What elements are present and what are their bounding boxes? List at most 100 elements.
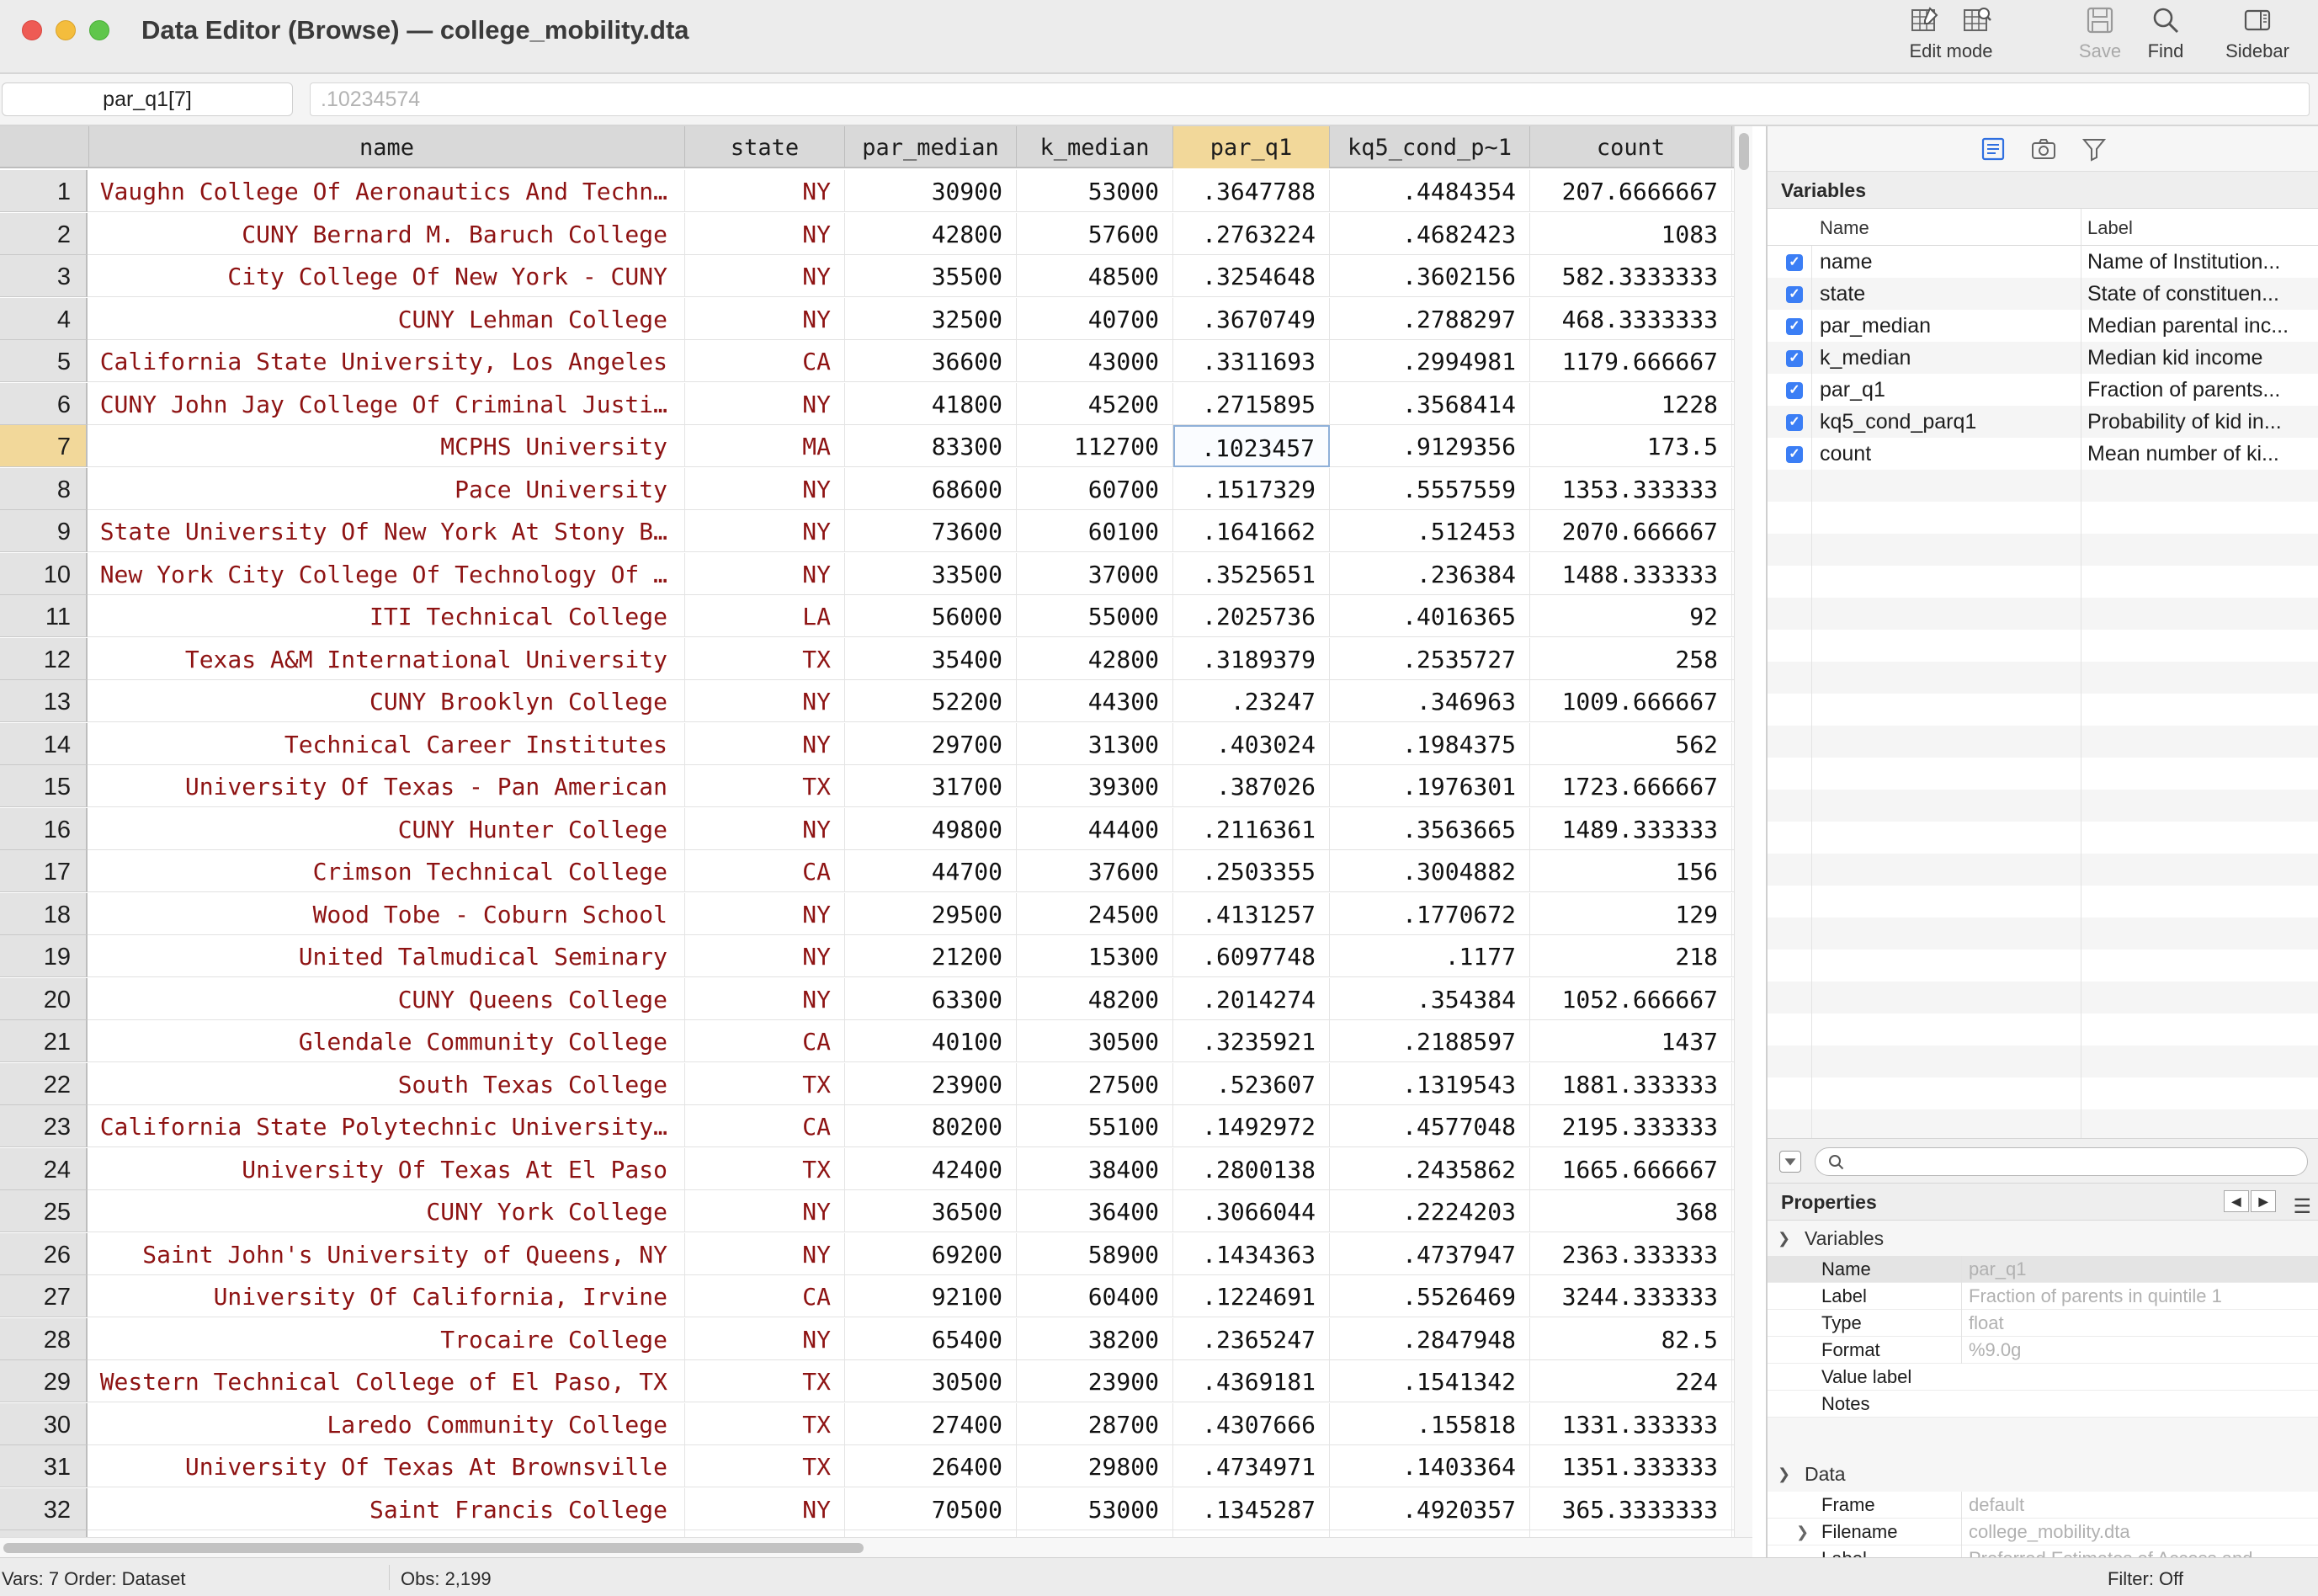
row-number[interactable]: 23 [0, 1105, 88, 1147]
cell-state[interactable]: TX [685, 765, 845, 807]
chevron-right-icon[interactable]: ❯ [1796, 1519, 1809, 1545]
row-number[interactable]: 16 [0, 808, 88, 850]
horizontal-scrollbar[interactable] [0, 1537, 1752, 1557]
properties-data-group[interactable]: ❯ Data [1768, 1456, 2318, 1492]
row-number[interactable]: 19 [0, 935, 88, 977]
cell-name[interactable]: CUNY Lehman College [89, 298, 685, 340]
row-number[interactable]: 12 [0, 638, 88, 680]
column-header-state[interactable]: state [685, 126, 845, 168]
property-value[interactable]: float [1961, 1310, 2315, 1337]
cell-count[interactable]: 1052.666667 [1530, 978, 1732, 1020]
cell-name[interactable]: California State Polytechnic University… [89, 1105, 685, 1147]
cell-kq5-cond-parq1[interactable]: .3563665 [1330, 808, 1530, 850]
cell-par-q1[interactable]: .3254648 [1173, 255, 1330, 297]
cell-state[interactable]: MA [685, 425, 845, 467]
cell-k-median[interactable]: 15300 [1017, 935, 1173, 977]
row-number[interactable]: 24 [0, 1148, 88, 1190]
cell-name[interactable]: New York City College Of Technology Of … [89, 553, 685, 595]
cell-par-q1[interactable]: .1224691 [1173, 1275, 1330, 1317]
cell-par-q1[interactable]: .523607 [1173, 1063, 1330, 1105]
cell-kq5-cond-parq1[interactable]: .2435862 [1330, 1148, 1530, 1190]
cell-par-median[interactable]: 56000 [845, 595, 1017, 637]
cell-par-median[interactable]: 68600 [845, 468, 1017, 510]
cell-k-median[interactable]: 27500 [1017, 1063, 1173, 1105]
cell-name[interactable]: Glendale Community College [89, 1020, 685, 1062]
cell-state[interactable]: TX [685, 1063, 845, 1105]
row-number[interactable]: 5 [0, 340, 88, 382]
cell-par-median[interactable]: 42400 [845, 1148, 1017, 1190]
cell-name[interactable]: Laredo Community College [89, 1403, 685, 1445]
cell-count[interactable]: 207.6666667 [1530, 170, 1732, 212]
cell-kq5-cond-parq1[interactable]: .1770672 [1330, 893, 1530, 935]
column-header-kq5-cond-parq1[interactable]: kq5_cond_p~1 [1330, 126, 1530, 168]
table-row[interactable]: 8 Pace University NY 68600 60700.1517329.555… [0, 468, 1734, 510]
table-row[interactable]: 2 CUNY Bernard M. Baruch College NY 42800 57… [0, 213, 1734, 255]
cell-k-median[interactable]: 55000 [1017, 595, 1173, 637]
cell-kq5-cond-parq1[interactable]: .3004882 [1330, 850, 1530, 892]
cell-k-median[interactable]: 48200 [1017, 978, 1173, 1020]
cell-name[interactable]: Wood Tobe - Coburn School [89, 893, 685, 935]
cell-par-q1[interactable]: .3647788 [1173, 170, 1330, 212]
row-number[interactable]: 13 [0, 680, 88, 722]
cell-count[interactable]: 582.3333333 [1530, 255, 1732, 297]
cell-count[interactable]: 1083 [1530, 213, 1732, 255]
cell-par-q1[interactable]: .3066044 [1173, 1190, 1330, 1232]
variable-item[interactable]: ✓ state State of constituen... [1768, 278, 2318, 310]
table-row[interactable]: 1 Vaughn College Of Aeronautics And Techn… [0, 170, 1734, 212]
cell-par-q1[interactable]: .387026 [1173, 765, 1330, 807]
variables-label-header[interactable]: Label [2087, 217, 2133, 239]
cell-name[interactable]: Saint Francis College [89, 1488, 685, 1530]
cell-name[interactable]: Saint John's University of Queens, NY [89, 1233, 685, 1275]
table-row[interactable]: 22 South Texas College TX 23900 27500.523607… [0, 1063, 1734, 1105]
cell-par-q1[interactable]: .4734971 [1173, 1445, 1330, 1487]
cell-k-median[interactable]: 37000 [1017, 553, 1173, 595]
cell-k-median[interactable]: 55100 [1017, 1105, 1173, 1147]
cell-state[interactable]: NY [685, 255, 845, 297]
cell-par-q1[interactable]: .3525651 [1173, 553, 1330, 595]
cell-kq5-cond-parq1[interactable]: .5526469 [1330, 1275, 1530, 1317]
cell-count[interactable]: 1488.333333 [1530, 553, 1732, 595]
cell-par-q1[interactable]: .1023457 [1173, 425, 1330, 467]
cell-state[interactable]: NY [685, 1233, 845, 1275]
cell-count[interactable]: 1228 [1530, 383, 1732, 425]
variables-name-header[interactable]: Name [1820, 217, 1869, 239]
table-row[interactable]: 6 CUNY John Jay College Of Criminal Justi… [0, 383, 1734, 425]
cell-count[interactable]: 1331.333333 [1530, 1403, 1732, 1445]
cell-par-q1[interactable]: .1641662 [1173, 510, 1330, 552]
cell-count[interactable]: 365.3333333 [1530, 1488, 1732, 1530]
cell-par-q1[interactable]: .3670749 [1173, 298, 1330, 340]
cell-par-median[interactable]: 63300 [845, 978, 1017, 1020]
cell-kq5-cond-parq1[interactable]: .1976301 [1330, 765, 1530, 807]
cell-par-q1[interactable]: .4369181 [1173, 1360, 1330, 1402]
cell-state[interactable]: NY [685, 723, 845, 765]
variables-list-icon[interactable] [1980, 136, 2007, 162]
cell-k-median[interactable]: 112700 [1017, 425, 1173, 467]
column-header-count[interactable]: count [1530, 126, 1732, 168]
cell-kq5-cond-parq1[interactable]: .5557559 [1330, 468, 1530, 510]
table-row[interactable]: 10 New York City College Of Technology Of… [0, 553, 1734, 595]
corner-header[interactable] [0, 126, 89, 168]
cell-par-q1[interactable]: .1434363 [1173, 1233, 1330, 1275]
cell-count[interactable]: 2070.666667 [1530, 510, 1732, 552]
cell-name[interactable]: MCPHS University [89, 425, 685, 467]
cell-name[interactable]: Technical Career Institutes [89, 723, 685, 765]
checkbox-checked-icon[interactable]: ✓ [1786, 446, 1803, 463]
property-row[interactable]: Name par_q1 [1768, 1256, 2318, 1283]
variable-item[interactable]: ✓ name Name of Institution... [1768, 246, 2318, 278]
cell-par-median[interactable]: 36600 [845, 340, 1017, 382]
row-number[interactable]: 11 [0, 595, 88, 637]
row-number[interactable]: 31 [0, 1445, 88, 1487]
cell-kq5-cond-parq1[interactable]: .2224203 [1330, 1190, 1530, 1232]
table-row[interactable]: 9 State University Of New York At Stony B… [0, 510, 1734, 552]
cell-k-median[interactable]: 37600 [1017, 850, 1173, 892]
cell-state[interactable]: CA [685, 850, 845, 892]
find-button[interactable]: Find [2136, 5, 2195, 71]
row-number[interactable]: 20 [0, 978, 88, 1020]
cell-count[interactable]: 82.5 [1530, 1318, 1732, 1360]
cell-par-median[interactable]: 36500 [845, 1190, 1017, 1232]
row-number[interactable]: 15 [0, 765, 88, 807]
cell-par-median[interactable]: 21200 [845, 935, 1017, 977]
cell-state[interactable]: CA [685, 1020, 845, 1062]
cell-par-median[interactable]: 40100 [845, 1020, 1017, 1062]
cell-kq5-cond-parq1[interactable]: .1177 [1330, 935, 1530, 977]
